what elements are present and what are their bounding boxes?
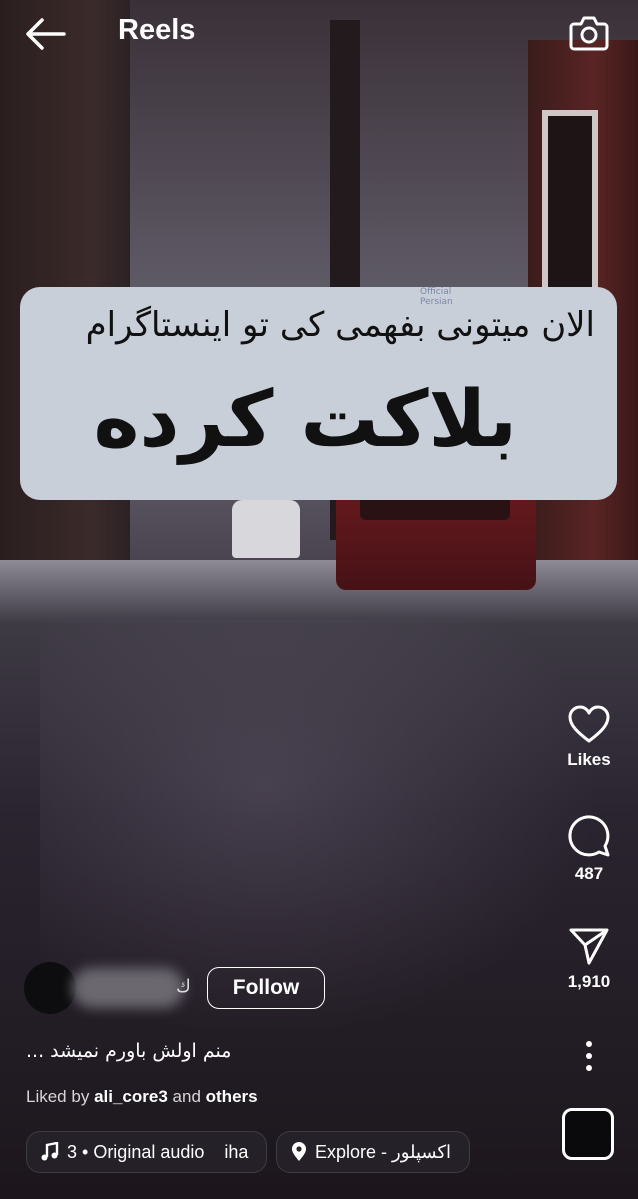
username-redacted[interactable]: [72, 968, 184, 1008]
back-arrow-icon[interactable]: [24, 16, 66, 52]
overlay-text-card: Official Persian الان میتونی بفهمی کی تو…: [20, 287, 617, 500]
comment-icon: [568, 815, 610, 857]
explore-location-pill[interactable]: Explore - اکسپلور: [276, 1131, 470, 1173]
audio-text: 3 • Original audio: [67, 1141, 205, 1162]
username-suffix: ﻙ: [176, 976, 191, 997]
overlay-text-line1: الان میتونی بفهمی کی تو اینستاگرام: [85, 305, 595, 345]
liked-by-others[interactable]: others: [206, 1087, 258, 1106]
send-icon: [569, 928, 609, 965]
heart-icon: [568, 705, 610, 743]
overlay-text-line2: بلاکت کرده: [93, 375, 517, 465]
liked-by[interactable]: Liked by ali_core3 and others: [26, 1087, 258, 1107]
more-vertical-icon[interactable]: [580, 1040, 598, 1072]
audio-trailing: iha: [224, 1141, 249, 1162]
liked-by-user[interactable]: ali_core3: [94, 1087, 168, 1106]
original-audio-pill[interactable]: 3 • Original audio iha: [26, 1131, 267, 1173]
music-note-icon: [41, 1142, 59, 1161]
caption[interactable]: منم اولش باورم نمیشد ...: [26, 1040, 246, 1062]
page-title: Reels: [118, 14, 196, 46]
follow-button[interactable]: Follow: [207, 967, 325, 1009]
reel-video[interactable]: [0, 0, 638, 1199]
watermark: Official Persian: [420, 287, 453, 307]
likes-label: Likes: [567, 750, 611, 769]
shares-count: 1,910: [567, 972, 611, 991]
explore-text: Explore - اکسپلور: [315, 1141, 452, 1162]
like-button[interactable]: Likes: [556, 704, 622, 770]
avatar[interactable]: [24, 962, 76, 1014]
audio-thumbnail[interactable]: [562, 1108, 614, 1160]
comments-count: 487: [574, 864, 604, 883]
reels-header: Reels: [0, 0, 638, 66]
camera-icon[interactable]: [568, 13, 610, 53]
location-pin-icon: [292, 1142, 306, 1161]
share-button[interactable]: 1,910: [556, 926, 622, 992]
comment-button[interactable]: 487: [556, 814, 622, 884]
video-car-white: [232, 500, 300, 558]
